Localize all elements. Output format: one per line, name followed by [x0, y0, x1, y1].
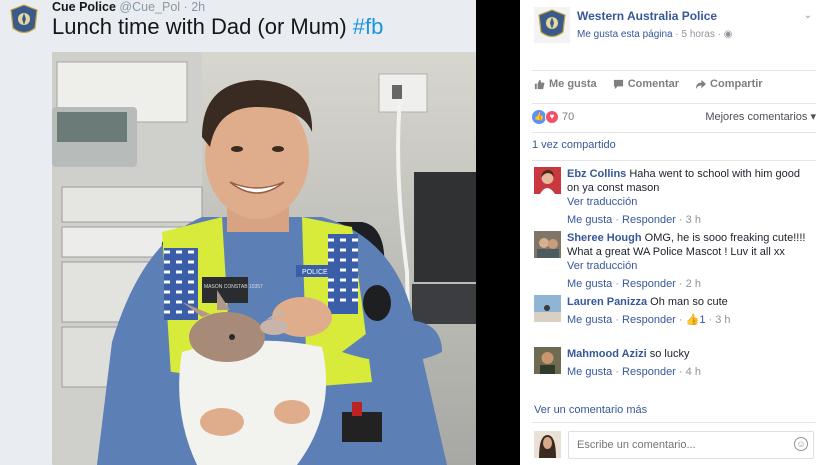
post-action-bar: Me gusta Comentar Compartir	[532, 70, 816, 97]
comment-body: Mahmood Azizi so lucky Me gusta · Respon…	[567, 347, 812, 379]
dot-separator: ·	[675, 366, 686, 378]
page-like-link[interactable]: Me gusta esta página	[577, 29, 673, 40]
comment-body: Sheree Hough OMG, he is sooo freaking cu…	[567, 231, 812, 291]
like-button[interactable]: Me gusta	[534, 78, 597, 90]
post-meta: Me gusta esta página · 5 horas · ◉	[577, 29, 733, 40]
thumbs-up-icon: 👍	[685, 314, 700, 326]
share-arrow-icon	[695, 79, 707, 89]
globe-icon: ◉	[723, 29, 733, 40]
caret-down-icon: ▾	[810, 111, 816, 123]
tweet-text-main: Lunch time with Dad (or Mum)	[52, 14, 347, 39]
page-name-link[interactable]: Western Australia Police	[577, 9, 717, 23]
dot-separator: ·	[705, 314, 716, 326]
comment-reply-link[interactable]: Responder	[622, 366, 676, 378]
comment-time[interactable]: 3 h	[715, 314, 730, 326]
comment-like-link[interactable]: Me gusta	[567, 214, 612, 226]
tweet-hashtag[interactable]: #fb	[353, 14, 384, 39]
dot-separator: ·	[612, 314, 623, 326]
tweet-account-name[interactable]: Cue Police	[52, 0, 116, 14]
comment-footer: Me gusta · Responder · 3 h	[567, 213, 812, 227]
meta-separator: ·	[672, 29, 682, 40]
tweet-text: Lunch time with Dad (or Mum) #fb	[52, 14, 383, 40]
shares-link[interactable]: 1 vez compartido	[532, 132, 816, 156]
vest-police-text: POLICE	[302, 269, 328, 276]
comment-like-count[interactable]: 👍1	[686, 314, 706, 326]
dot-separator: ·	[612, 366, 623, 378]
tweet-time[interactable]: 2h	[191, 0, 205, 14]
officer-with-joey-image: MASON CONSTAB 10357 POLICE	[52, 52, 476, 465]
dot-separator: ·	[612, 278, 623, 290]
commenter-avatar[interactable]	[534, 167, 561, 194]
comment-text: so lucky	[649, 348, 690, 360]
comment-footer: Me gusta · Responder · 👍1 · 3 h	[567, 313, 812, 327]
badge-name-text: MASON CONSTAB 10357	[204, 284, 263, 290]
tweet-right-margin	[476, 0, 520, 465]
comment-input[interactable]	[568, 431, 814, 459]
thumbs-up-icon	[534, 79, 545, 89]
share-label: Compartir	[710, 78, 763, 90]
comment-reply-link[interactable]: Responder	[622, 278, 676, 290]
dot-separator: ·	[675, 214, 686, 226]
comment-text: Oh man so cute	[650, 296, 728, 308]
comment-body: Ebz Collins Haha went to school with him…	[567, 167, 812, 227]
tweet-header: Cue Police @Cue_Pol · 2h	[52, 0, 205, 14]
dot-separator: ·	[612, 214, 623, 226]
tweet-photo[interactable]: MASON CONSTAB 10357 POLICE	[52, 52, 476, 465]
see-translation-link[interactable]: Ver traducción	[567, 259, 812, 273]
commenter-name[interactable]: Lauren Panizza	[567, 296, 647, 308]
commenter-avatar[interactable]	[534, 347, 561, 374]
comment-sort-dropdown[interactable]: Mejores comentarios ▾	[705, 110, 816, 123]
commenter-name[interactable]: Mahmood Azizi	[567, 348, 647, 360]
reaction-summary: 👍 ♥ 70 Mejores comentarios ▾	[532, 103, 816, 125]
emoji-icon[interactable]: ☺	[794, 437, 808, 451]
like-label: Me gusta	[549, 78, 597, 90]
sort-label: Mejores comentarios	[705, 111, 808, 123]
like-reaction-icon: 👍	[532, 109, 546, 124]
write-comment-area: ☺	[532, 422, 816, 465]
commenter-name[interactable]: Ebz Collins	[567, 168, 626, 180]
comment-label: Comentar	[627, 78, 680, 90]
comment-bubble-icon	[613, 79, 623, 89]
dot-separator: ·	[675, 314, 686, 326]
comment-body: Lauren Panizza Oh man so cute Me gusta ·…	[567, 295, 812, 327]
reaction-count-link[interactable]: 👍 ♥ 70	[532, 109, 575, 124]
police-crest-avatar[interactable]	[8, 4, 40, 38]
comment-button[interactable]: Comentar	[613, 78, 679, 90]
comment-time[interactable]: 3 h	[686, 214, 701, 226]
comment-list: Ebz Collins Haha went to school with him…	[532, 160, 816, 378]
comment-time[interactable]: 2 h	[686, 278, 701, 290]
tweet-panel: Cue Police @Cue_Pol · 2h Lunch time with…	[0, 0, 520, 465]
comment-time[interactable]: 4 h	[686, 366, 701, 378]
current-user-avatar	[534, 431, 561, 458]
post-header: Western Australia Police Me gusta esta p…	[520, 0, 828, 66]
love-reaction-icon: ♥	[545, 109, 559, 124]
post-timestamp[interactable]: 5 horas	[682, 29, 715, 40]
comment-like-link[interactable]: Me gusta	[567, 366, 612, 378]
page-crest-avatar[interactable]	[534, 7, 570, 43]
dot-separator: ·	[675, 278, 686, 290]
comment-reply-link[interactable]: Responder	[622, 214, 676, 226]
comment-reply-link[interactable]: Responder	[622, 314, 676, 326]
tweet-separator: ·	[183, 0, 188, 14]
see-translation-link[interactable]: Ver traducción	[567, 195, 812, 209]
chevron-down-icon[interactable]: ⌄	[804, 10, 812, 21]
meta-separator-2: ·	[714, 29, 724, 40]
comment-like-link[interactable]: Me gusta	[567, 314, 612, 326]
commenter-avatar[interactable]	[534, 295, 561, 322]
tweet-handle[interactable]: @Cue_Pol	[119, 0, 180, 14]
see-more-comments-link[interactable]: Ver un comentario más	[534, 404, 647, 416]
comment-like-link[interactable]: Me gusta	[567, 278, 612, 290]
commenter-avatar[interactable]	[534, 231, 561, 258]
reaction-count: 70	[562, 110, 575, 123]
comment-footer: Me gusta · Responder · 2 h	[567, 277, 812, 291]
commenter-name[interactable]: Sheree Hough	[567, 232, 642, 244]
facebook-post-panel: Western Australia Police Me gusta esta p…	[520, 0, 828, 465]
share-button[interactable]: Compartir	[695, 78, 763, 90]
comment-footer: Me gusta · Responder · 4 h	[567, 365, 812, 379]
